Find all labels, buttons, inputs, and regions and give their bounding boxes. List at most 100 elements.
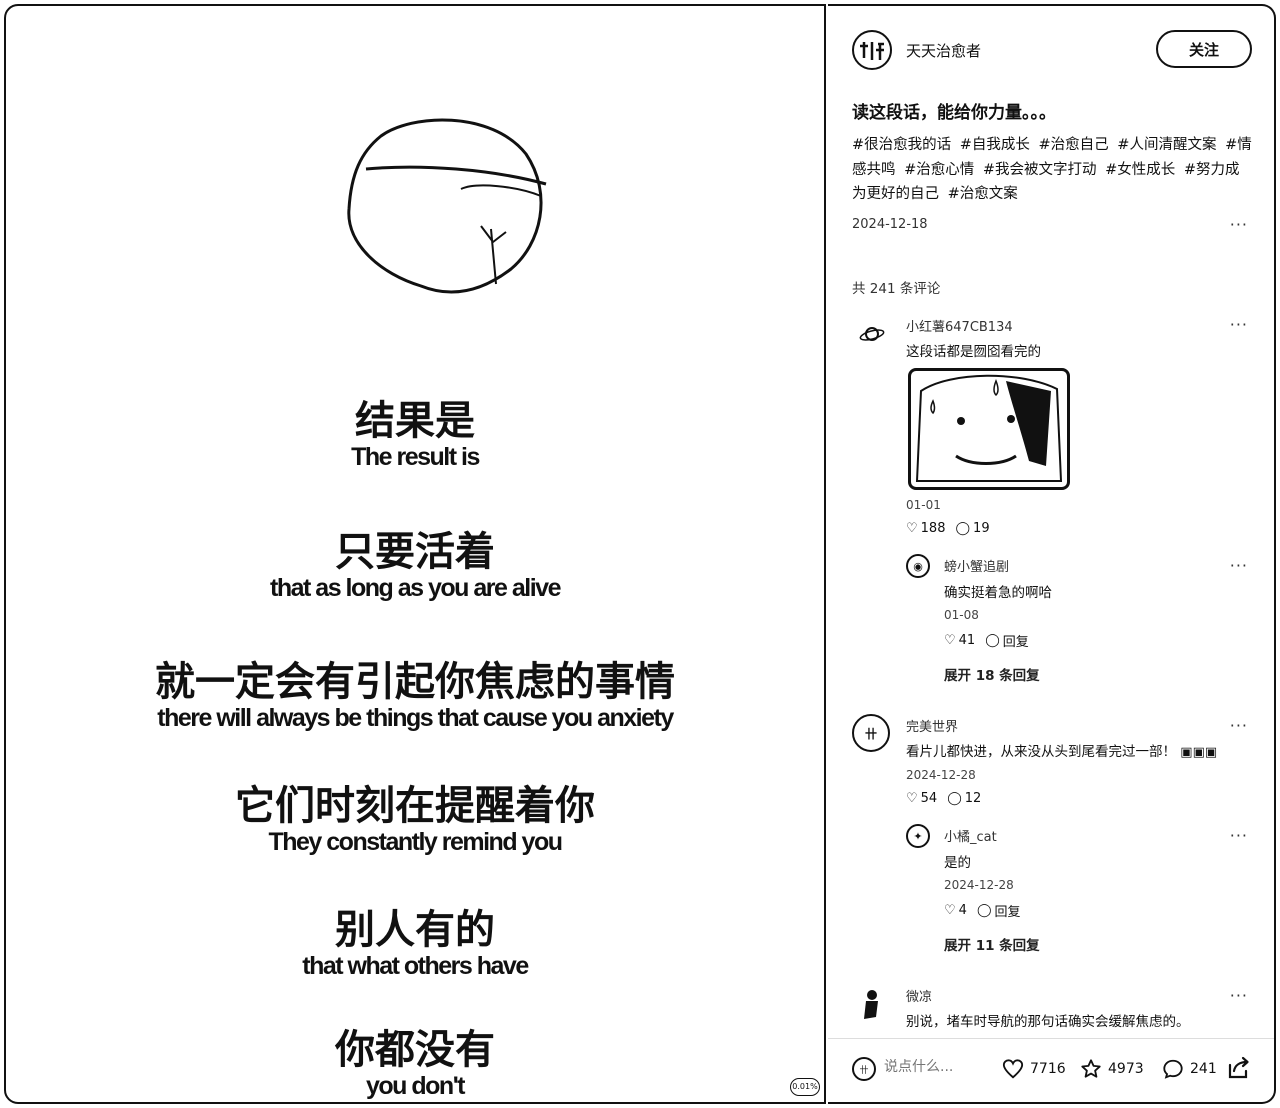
subtitle-en: that as long as you are alive	[270, 574, 561, 602]
reply-date: 2024-12-28	[944, 878, 1014, 892]
share-icon[interactable]	[1226, 1055, 1252, 1081]
comment-like-button[interactable]: ♡ 54	[906, 791, 937, 806]
subtitle-en: They constantly remind you	[268, 828, 563, 856]
comment-like-button[interactable]: ♡ 188	[906, 521, 945, 536]
meme-sticker-image[interactable]	[908, 368, 1070, 490]
expand-replies-link[interactable]: 展开 18 条回复	[944, 664, 1040, 684]
subtitle-line: 就一定会有引起你焦虑的事情 there will always be thing…	[6, 659, 824, 733]
progress-badge[interactable]: 0.01%	[790, 1078, 820, 1096]
like-count: 54	[920, 791, 938, 806]
reply-text: 是的	[944, 855, 971, 871]
subtitle-line: 只要活着 that as long as you are alive	[6, 530, 824, 603]
chat-bubble-icon: ◯	[976, 903, 992, 918]
user-avatar: 卄	[852, 1057, 876, 1081]
chat-bubble-icon: ◯	[947, 791, 962, 806]
heart-icon: ♡	[906, 521, 918, 536]
comment-reply-button[interactable]: ◯ 12	[947, 791, 981, 806]
subtitle-en: The result is	[351, 443, 480, 471]
subtitle-line: 结果是 The result is	[6, 399, 824, 472]
follow-button[interactable]: 关注	[1156, 30, 1252, 68]
reply-like-button[interactable]: ♡ 4	[944, 903, 967, 918]
post-tags: #很治愈我的话 #自我成长 #治愈自己 #人间清醒文案 #情感共鸣 #治愈心情 …	[852, 133, 1252, 207]
hashtag-link[interactable]: #治愈文案	[948, 186, 1018, 202]
hashtag-link[interactable]: #治愈心情	[904, 162, 974, 178]
like-count: 4	[958, 903, 967, 918]
post-detail-panel: 天天治愈者 关注 读这段话，能给你力量。。。 #很治愈我的话 #自我成长 #治愈…	[828, 4, 1276, 1104]
reply-avatar[interactable]: ✦	[906, 824, 930, 848]
hashtag-link[interactable]: #人间清醒文案	[1117, 137, 1216, 153]
like-button[interactable]: 7716	[1002, 1058, 1066, 1080]
reply-more-icon[interactable]: ···	[1230, 558, 1248, 574]
subtitle-zh: 它们时刻在提醒着你	[235, 783, 596, 829]
reply-label: 回复	[994, 905, 1021, 920]
comment-actions: ♡ 54 ◯ 12	[906, 791, 981, 806]
comment-avatar[interactable]: 卄	[852, 714, 890, 752]
planet-icon[interactable]	[858, 320, 886, 348]
reply-more-icon[interactable]: ···	[1230, 828, 1248, 844]
subtitle-line: 它们时刻在提醒着你 They constantly remind you	[6, 783, 824, 857]
hashtag-link[interactable]: #自我成长	[960, 137, 1030, 153]
chat-bubble-icon: ◯	[985, 633, 1000, 648]
comment-avatar[interactable]	[858, 990, 886, 1019]
subtitle-en: you don't	[366, 1072, 465, 1100]
chat-bubble-icon: ◯	[955, 521, 971, 536]
like-count: 41	[958, 633, 976, 648]
hashtag-link[interactable]: #治愈自己	[1039, 137, 1109, 153]
comment-reply-button[interactable]: ◯ 19	[955, 521, 989, 536]
comment-text: 看片儿都快进，从来没从头到尾看完过一部！ ▣▣▣	[906, 740, 1217, 760]
reply-reply-button[interactable]: ◯ 回复	[985, 631, 1029, 650]
subtitle-zh: 就一定会有引起你焦虑的事情	[155, 659, 676, 705]
reply-date: 01-08	[944, 608, 979, 622]
reply-label: 回复	[1002, 635, 1029, 650]
reply-count: 12	[964, 791, 982, 806]
comment-actions: ♡ 188 ◯ 19	[906, 521, 990, 536]
reply-like-button[interactable]: ♡ 41	[944, 633, 975, 648]
hashtag-link[interactable]: #我会被文字打动	[983, 162, 1097, 178]
comment-author[interactable]: 小红薯647CB134	[906, 316, 1013, 335]
heart-icon: ♡	[906, 791, 918, 806]
author-info[interactable]: 天天治愈者	[852, 30, 981, 70]
comment-more-icon[interactable]: ···	[1230, 317, 1248, 333]
reply-reply-button[interactable]: ◯ 回复	[977, 901, 1021, 920]
reply-actions: ♡ 4 ◯ 回复	[944, 901, 1021, 920]
subtitle-line: 别人有的 that what others have	[6, 907, 824, 981]
heart-icon: ♡	[944, 633, 956, 648]
avatar-glyph-icon	[860, 42, 884, 60]
reply-author[interactable]: 螃小蟹追剧	[944, 556, 1009, 575]
comment-text: 别说，堵车时导航的那句话确实会缓解焦虑的。	[906, 1014, 1190, 1030]
subtitle-zh: 别人有的	[335, 907, 496, 953]
comment-button[interactable]: 241	[1162, 1058, 1217, 1080]
author-name[interactable]: 天天治愈者	[906, 40, 981, 61]
comment-count: 共 241 条评论	[852, 281, 941, 297]
post-date: 2024-12-18	[852, 217, 928, 232]
collect-button[interactable]: 4973	[1080, 1058, 1144, 1080]
expand-replies-link[interactable]: 展开 11 条回复	[944, 934, 1040, 954]
reply-author[interactable]: 小橘_cat	[944, 826, 997, 845]
post-more-icon[interactable]: ···	[1230, 217, 1248, 233]
comment-more-icon[interactable]: ···	[1230, 988, 1248, 1004]
subtitle-zh: 你都没有	[335, 1027, 496, 1073]
subtitle-en: that what others have	[302, 952, 529, 980]
comment-date: 2024-12-28	[906, 768, 976, 782]
heart-icon	[1002, 1059, 1024, 1079]
comment-total: 241	[1190, 1061, 1217, 1077]
hashtag-link[interactable]: #女性成长	[1105, 162, 1175, 178]
reply-count: 19	[973, 521, 990, 536]
comment-more-icon[interactable]: ···	[1230, 718, 1248, 734]
chat-bubble-icon	[1163, 1059, 1183, 1079]
reply-avatar[interactable]: ◉	[906, 554, 930, 578]
comment-author[interactable]: 微凉	[906, 986, 932, 1005]
comment-author[interactable]: 完美世界	[906, 716, 958, 735]
subtitle-en: there will always be things that cause y…	[157, 704, 674, 732]
reply-text: 确实挺着急的啊哈	[944, 585, 1052, 601]
doodle-illustration	[347, 118, 547, 294]
bottom-action-bar: 卄 7716 4973 241	[828, 1038, 1274, 1102]
video-player[interactable]: 结果是 The result is 只要活着 that as long as y…	[4, 4, 826, 1104]
comment-text: 这段话都是囫囵看完的	[906, 344, 1041, 360]
collect-total: 4973	[1108, 1061, 1144, 1077]
hashtag-link[interactable]: #很治愈我的话	[852, 137, 951, 153]
reply-actions: ♡ 41 ◯ 回复	[944, 631, 1029, 650]
author-avatar[interactable]	[852, 30, 892, 70]
comment-input[interactable]	[884, 1059, 994, 1075]
like-count: 188	[920, 521, 946, 536]
